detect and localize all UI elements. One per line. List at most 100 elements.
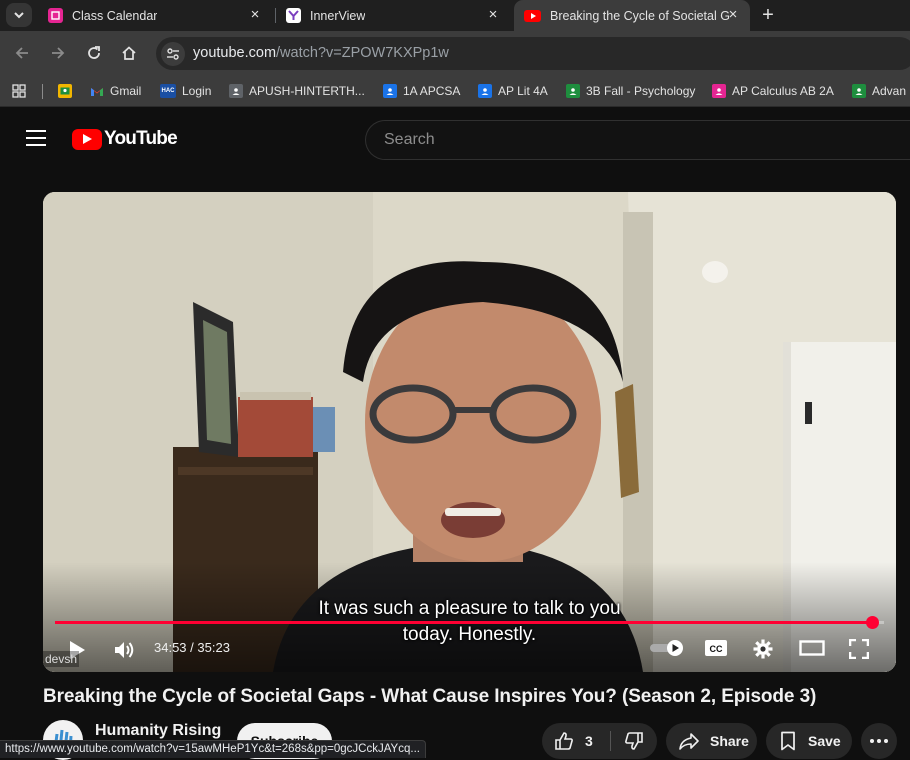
browser-tab-strip: Class Calendar × InnerView × Breaking th… xyxy=(0,0,910,31)
save-button[interactable]: Save xyxy=(766,723,852,759)
fullscreen-icon xyxy=(849,639,869,659)
bookmark-classroom[interactable] xyxy=(58,75,78,106)
share-button[interactable]: Share xyxy=(666,723,757,759)
video-player[interactable]: It was such a pleasure to talk to you to… xyxy=(43,192,896,672)
volume-icon xyxy=(115,642,134,658)
search-input[interactable] xyxy=(382,121,882,159)
bookmark-ap-calculus[interactable]: AP Calculus AB 2A xyxy=(712,75,834,106)
more-horizontal-icon xyxy=(870,739,888,743)
bookmark-label: APUSH-HINTERTH... xyxy=(249,84,365,98)
bookmark-psychology[interactable]: 3B Fall - Psychology xyxy=(566,75,696,106)
classroom-icon xyxy=(478,84,492,98)
address-url[interactable]: youtube.com/watch?v=ZPOW7KXPp1w xyxy=(193,45,449,61)
theater-mode-icon xyxy=(799,640,825,656)
save-label: Save xyxy=(808,733,841,749)
classroom-icon xyxy=(566,84,580,98)
tab-divider xyxy=(275,8,276,23)
site-info-button[interactable] xyxy=(161,42,185,66)
address-bar[interactable]: youtube.com/watch?v=ZPOW7KXPp1w xyxy=(156,37,910,70)
guide-menu-button[interactable] xyxy=(26,130,46,146)
bookmark-label: 3B Fall - Psychology xyxy=(586,84,696,98)
close-tab-icon[interactable]: × xyxy=(248,7,262,22)
caption-line: It was such a pleasure to talk to you xyxy=(318,598,621,619)
tune-icon xyxy=(167,48,179,60)
classroom-icon xyxy=(58,84,72,98)
theater-mode-button[interactable] xyxy=(797,636,827,660)
like-dislike-group: 3 xyxy=(542,723,657,759)
reload-icon xyxy=(88,46,100,59)
bookmarks-bar: Gmail HAC Login APUSH-HINTERTH... 1A APC… xyxy=(0,75,910,107)
classroom-icon xyxy=(383,84,397,98)
bookmark-label: AP Calculus AB 2A xyxy=(732,84,834,98)
reload-button[interactable] xyxy=(82,41,106,65)
bookmark-gmail[interactable]: Gmail xyxy=(90,75,141,106)
forward-button[interactable] xyxy=(46,41,70,65)
bookmark-label: 1A APCSA xyxy=(403,84,461,98)
browser-toolbar: youtube.com/watch?v=ZPOW7KXPp1w xyxy=(0,31,910,75)
classroom-icon xyxy=(712,84,726,98)
time-current: 34:53 xyxy=(154,640,187,655)
youtube-logo[interactable]: YouTube xyxy=(72,128,178,150)
autoplay-toggle[interactable] xyxy=(647,636,687,660)
plus-icon: + xyxy=(762,3,774,26)
like-count: 3 xyxy=(585,733,593,749)
mute-button[interactable] xyxy=(111,636,139,664)
dislike-button[interactable] xyxy=(611,723,657,759)
youtube-masthead: YouTube xyxy=(0,108,910,172)
arrow-right-icon xyxy=(52,47,65,59)
youtube-play-logo-icon xyxy=(72,128,102,150)
tab-innerview[interactable]: InnerView × xyxy=(278,0,510,31)
thumbs-down-icon xyxy=(625,732,643,750)
fullscreen-button[interactable] xyxy=(845,635,873,663)
close-tab-icon[interactable]: × xyxy=(486,7,500,22)
closed-captions-icon: CC xyxy=(705,640,727,656)
cc-label: CC xyxy=(710,644,723,654)
arrow-left-icon xyxy=(15,47,28,59)
close-tab-icon[interactable]: × xyxy=(726,7,740,22)
new-tab-button[interactable]: + xyxy=(756,3,780,27)
subtitles-button[interactable]: CC xyxy=(701,636,731,660)
back-button[interactable] xyxy=(10,41,34,65)
url-path: /watch?v=ZPOW7KXPp1w xyxy=(276,45,449,61)
progress-bar[interactable] xyxy=(55,616,884,629)
apps-grid-icon xyxy=(12,84,26,98)
calendar-favicon-icon xyxy=(48,8,63,23)
tab-youtube-active[interactable]: Breaking the Cycle of Societal G × xyxy=(514,0,750,31)
tab-title: InnerView xyxy=(310,8,366,23)
bookmark-ap-lit[interactable]: AP Lit 4A xyxy=(478,75,548,106)
autoplay-icon xyxy=(650,640,683,656)
channel-name[interactable]: Humanity Rising xyxy=(95,722,221,740)
tab-search-button[interactable] xyxy=(6,3,32,27)
chevron-down-icon xyxy=(14,12,24,19)
share-icon xyxy=(679,733,699,750)
bookmark-label: Advan xyxy=(872,84,907,98)
classroom-icon xyxy=(852,84,866,98)
bookmark-advanced[interactable]: Advan xyxy=(852,75,907,106)
bookmark-login[interactable]: HAC Login xyxy=(160,75,211,106)
like-button[interactable]: 3 xyxy=(542,723,610,759)
bookmarks-divider xyxy=(42,84,43,99)
thumbs-up-icon xyxy=(555,732,573,750)
home-button[interactable] xyxy=(117,41,141,65)
bookmark-apush[interactable]: APUSH-HINTERTH... xyxy=(229,75,365,106)
settings-button[interactable] xyxy=(749,635,777,663)
youtube-wordmark: YouTube xyxy=(104,128,178,149)
time-display: 34:53 / 35:23 xyxy=(154,640,230,655)
gear-icon xyxy=(753,639,773,659)
share-label: Share xyxy=(710,733,749,749)
tab-title: Class Calendar xyxy=(72,8,158,23)
gmail-icon xyxy=(90,84,104,98)
search-box xyxy=(365,120,910,160)
url-host: youtube.com xyxy=(193,45,277,61)
bookmark-save-icon xyxy=(781,731,795,751)
more-actions-button[interactable] xyxy=(861,723,897,759)
progress-played xyxy=(55,621,873,624)
bookmark-1a-apcsa[interactable]: 1A APCSA xyxy=(383,75,461,106)
tab-title: Breaking the Cycle of Societal G xyxy=(550,8,730,23)
link-status-bubble: https://www.youtube.com/watch?v=15awMHeP… xyxy=(0,740,426,758)
apps-button[interactable] xyxy=(12,75,26,106)
innerview-favicon-icon xyxy=(286,8,301,23)
hac-icon: HAC xyxy=(160,84,176,98)
home-icon xyxy=(122,46,136,60)
tab-class-calendar[interactable]: Class Calendar × xyxy=(40,0,272,31)
